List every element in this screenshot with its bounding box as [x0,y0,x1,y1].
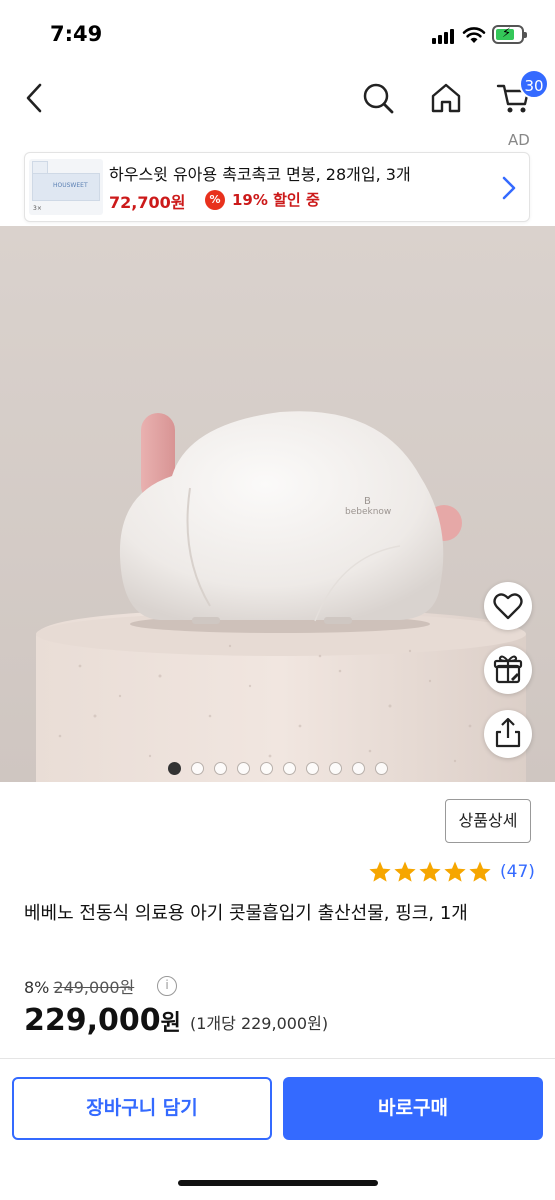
cart-count-badge: 30 [519,69,549,99]
carousel-dot[interactable] [214,762,227,775]
original-price-row: 8% 249,000원 [24,974,134,998]
carousel-dot[interactable] [306,762,319,775]
star-icon [419,861,441,882]
svg-text:B: B [364,496,371,507]
discount-percent-icon: % [205,190,225,210]
carousel-dot[interactable] [237,762,250,775]
chevron-right-icon [502,176,516,200]
sale-price-unit: 원 [160,1011,181,1036]
image-brand-text: bebeknow [345,507,391,517]
carousel-dot[interactable] [191,762,204,775]
heart-icon [493,593,523,620]
carousel-dot[interactable] [168,762,181,775]
carousel-dot[interactable] [283,762,296,775]
back-chevron-icon[interactable] [18,80,52,116]
carousel-dot[interactable] [329,762,342,775]
gift-icon [493,655,523,684]
product-image[interactable]: bebeknow B [0,226,555,782]
info-icon[interactable]: i [157,976,177,996]
product-photo: bebeknow B [0,226,555,782]
carousel-dot[interactable] [352,762,365,775]
discount-rate: 8% [24,978,50,997]
product-detail-button[interactable]: 상품상세 [445,799,531,843]
ad-thumb-brand: HOUSWEET [53,182,88,189]
status-bar: 7:49 ⚡ [0,0,555,70]
carousel-dot[interactable] [260,762,273,775]
divider [0,1058,555,1059]
review-count[interactable]: (47) [500,862,535,882]
battery-icon: ⚡ [492,25,527,44]
unit-price: (1개당 229,000원) [190,1014,329,1033]
star-icon [394,861,416,882]
top-navigation [0,70,555,130]
ad-product-thumbnail: HOUSWEET 3× [29,159,103,215]
sale-price: 229,000원 [24,1003,181,1038]
wifi-icon [462,27,486,43]
ad-title: 하우스윗 유아용 촉코촉코 면봉, 28개입, 3개 [109,165,411,184]
sale-price-amount: 229,000 [24,1003,161,1038]
ad-price: 72,700원 [109,193,186,212]
ad-discount-text: 19% 할인 중 [232,191,320,209]
gift-button[interactable] [484,646,532,694]
product-title: 베베노 전동식 의료용 아기 콧물흡입기 출산선물, 핑크, 1개 [24,903,468,924]
search-icon[interactable] [360,80,396,116]
ad-banner[interactable]: HOUSWEET 3× 하우스윗 유아용 촉코촉코 면봉, 28개입, 3개 7… [24,152,530,222]
ad-thumb-count: 3× [33,205,42,212]
star-icon [369,861,391,882]
share-button[interactable] [484,710,532,758]
status-time: 7:49 [50,22,103,46]
star-icon [444,861,466,882]
share-icon [495,717,521,748]
home-icon[interactable] [428,80,464,116]
star-icon [469,861,491,882]
home-indicator [178,1180,378,1186]
carousel-dot[interactable] [375,762,388,775]
ad-label: AD [508,131,530,149]
cellular-signal-icon [432,28,456,44]
original-price: 249,000원 [53,978,135,997]
buy-now-button[interactable]: 바로구매 [283,1077,543,1140]
add-to-cart-button[interactable]: 장바구니 담기 [12,1077,272,1140]
wishlist-button[interactable] [484,582,532,630]
